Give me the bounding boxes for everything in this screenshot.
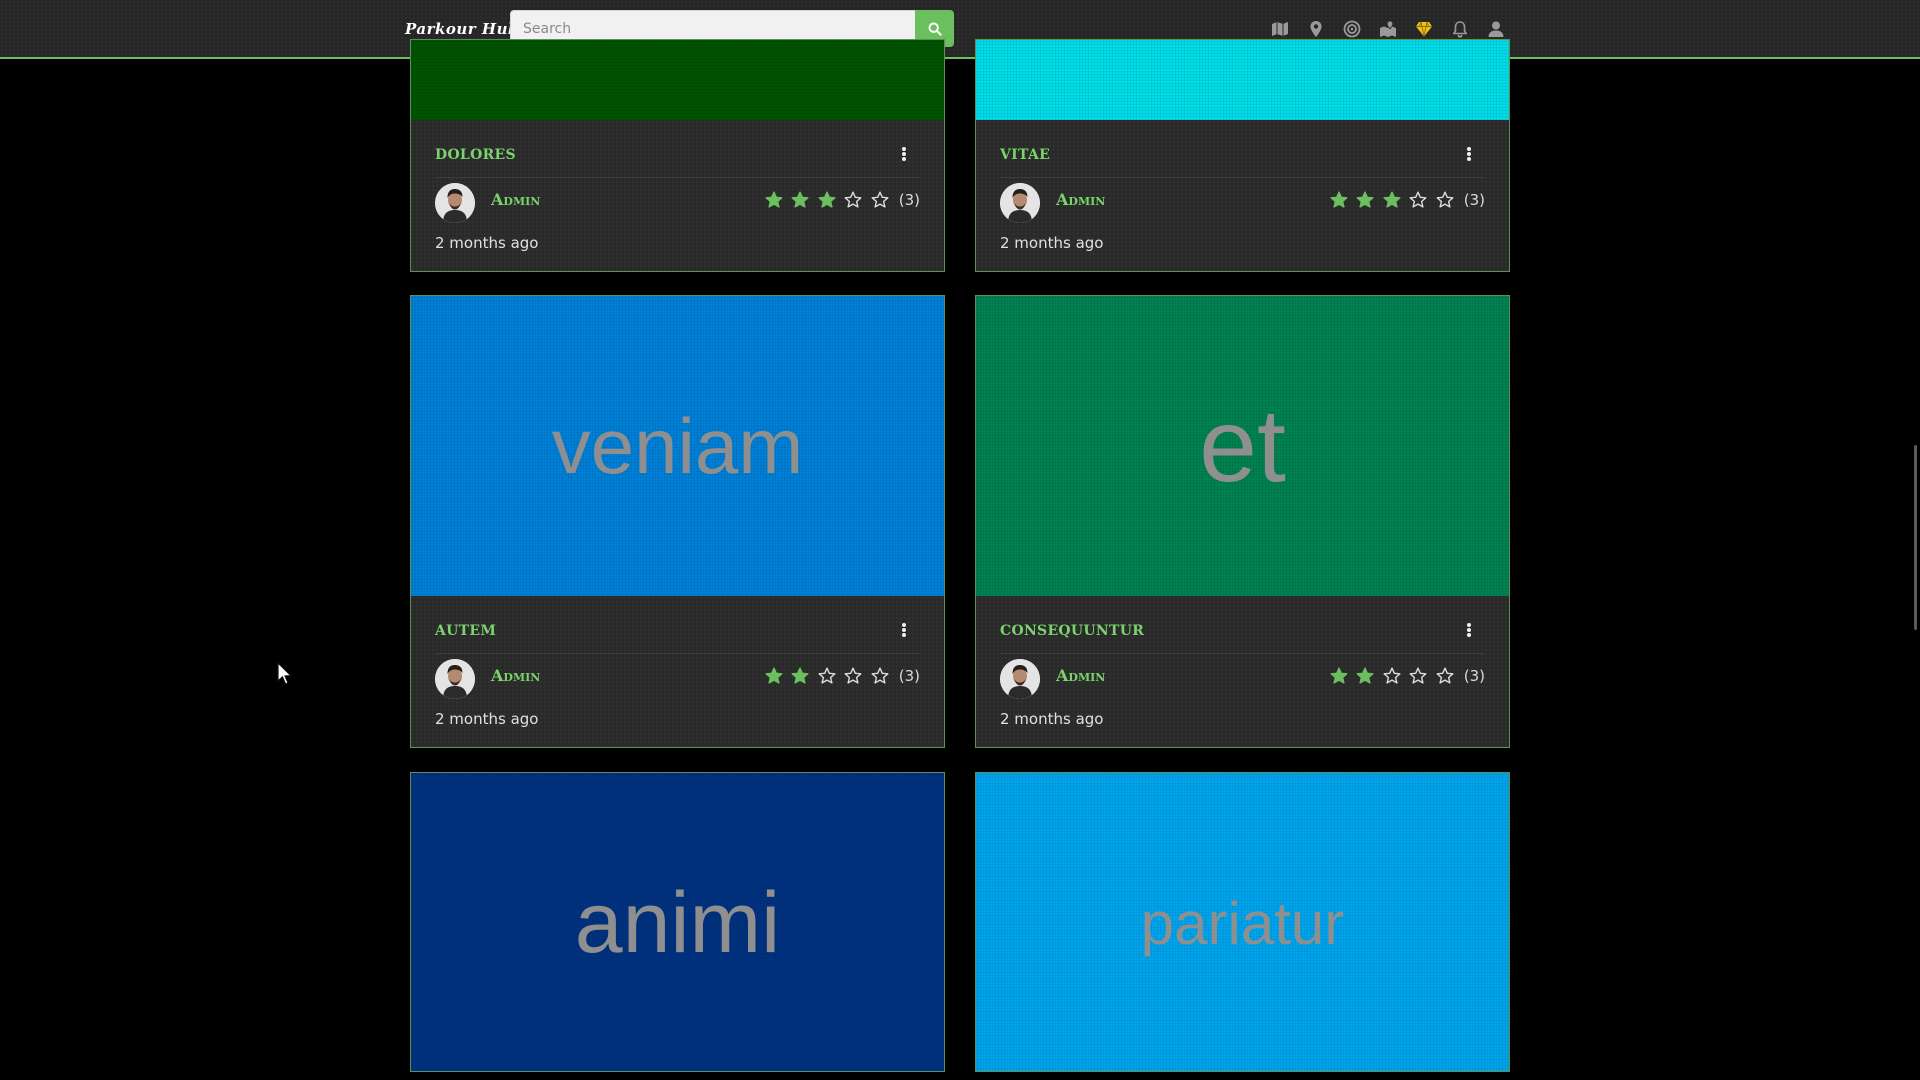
star-empty-icon[interactable] xyxy=(844,191,862,209)
spot-card: vitae Admin (3) 2 months ago xyxy=(975,39,1510,272)
map-marker-icon xyxy=(1310,21,1322,37)
avatar[interactable] xyxy=(435,659,475,699)
spot-card: veniam autem Admin (3) 2 months ago xyxy=(410,295,945,748)
star-filled-icon[interactable] xyxy=(791,667,809,685)
card-body: consequuntur Admin (3) 2 months ago xyxy=(976,596,1509,747)
divider xyxy=(1000,177,1485,178)
avatar[interactable] xyxy=(1000,183,1040,223)
spot-image-text: et xyxy=(1199,387,1286,504)
card-menu-button[interactable] xyxy=(898,144,910,164)
author-link[interactable]: Admin xyxy=(1056,666,1105,685)
rating-count: (3) xyxy=(1463,191,1485,209)
map-pins-icon xyxy=(1380,20,1396,37)
map-icon xyxy=(1272,22,1288,36)
spot-image[interactable] xyxy=(976,40,1509,120)
gem-icon xyxy=(1416,21,1432,37)
card-menu-button[interactable] xyxy=(1463,620,1475,640)
star-rating: (3) xyxy=(1321,667,1485,685)
bullseye-icon xyxy=(1343,20,1361,38)
post-time: 2 months ago xyxy=(1000,234,1104,252)
star-empty-icon[interactable] xyxy=(1436,191,1454,209)
spot-card: pariatur xyxy=(975,772,1510,1072)
scrollbar[interactable] xyxy=(1914,445,1917,630)
star-filled-icon[interactable] xyxy=(1330,667,1348,685)
avatar[interactable] xyxy=(1000,659,1040,699)
divider xyxy=(435,653,920,654)
top-navbar: Parkour Hub xyxy=(0,0,1920,59)
author-link[interactable]: Admin xyxy=(1056,190,1105,209)
star-empty-icon[interactable] xyxy=(1436,667,1454,685)
spot-image-text: veniam xyxy=(551,401,804,490)
author-link[interactable]: Admin xyxy=(491,666,540,685)
star-empty-icon[interactable] xyxy=(871,191,889,209)
star-empty-icon[interactable] xyxy=(844,667,862,685)
post-time: 2 months ago xyxy=(435,234,539,252)
card-menu-button[interactable] xyxy=(1463,144,1475,164)
star-filled-icon[interactable] xyxy=(1356,667,1374,685)
star-filled-icon[interactable] xyxy=(765,667,783,685)
spot-card: et consequuntur Admin (3) 2 months ago xyxy=(975,295,1510,748)
author-link[interactable]: Admin xyxy=(491,190,540,209)
card-body: autem Admin (3) 2 months ago xyxy=(411,596,944,747)
spot-image[interactable]: pariatur xyxy=(976,773,1509,1071)
spot-image[interactable] xyxy=(411,40,944,120)
star-empty-icon[interactable] xyxy=(1409,191,1427,209)
post-time: 2 months ago xyxy=(1000,710,1104,728)
spot-card: animi xyxy=(410,772,945,1072)
star-empty-icon[interactable] xyxy=(871,667,889,685)
star-rating: (3) xyxy=(1321,191,1485,209)
bell-icon xyxy=(1453,21,1467,38)
star-filled-icon[interactable] xyxy=(1356,191,1374,209)
star-rating: (3) xyxy=(756,191,920,209)
star-filled-icon[interactable] xyxy=(1330,191,1348,209)
spot-title[interactable]: autem xyxy=(435,616,496,640)
card-body: dolores Admin (3) 2 months ago xyxy=(411,120,944,271)
rating-count: (3) xyxy=(898,191,920,209)
post-time: 2 months ago xyxy=(435,710,539,728)
user-icon xyxy=(1488,21,1504,37)
spot-image[interactable]: et xyxy=(976,296,1509,596)
star-filled-icon[interactable] xyxy=(791,191,809,209)
search-icon xyxy=(928,22,942,36)
spot-image-text: animi xyxy=(574,874,781,971)
spot-card: dolores Admin (3) 2 months ago xyxy=(410,39,945,272)
star-empty-icon[interactable] xyxy=(1409,667,1427,685)
card-menu-button[interactable] xyxy=(898,620,910,640)
spot-image[interactable]: veniam xyxy=(411,296,944,596)
star-rating: (3) xyxy=(756,667,920,685)
star-filled-icon[interactable] xyxy=(818,191,836,209)
divider xyxy=(1000,653,1485,654)
spot-image-text: pariatur xyxy=(1140,889,1345,957)
spot-title[interactable]: consequuntur xyxy=(1000,616,1144,640)
spot-image[interactable]: animi xyxy=(411,773,944,1071)
rating-count: (3) xyxy=(1463,667,1485,685)
rating-count: (3) xyxy=(898,667,920,685)
divider xyxy=(435,177,920,178)
card-body: vitae Admin (3) 2 months ago xyxy=(976,120,1509,271)
star-filled-icon[interactable] xyxy=(1383,191,1401,209)
spot-title[interactable]: vitae xyxy=(1000,140,1050,164)
star-empty-icon[interactable] xyxy=(818,667,836,685)
star-empty-icon[interactable] xyxy=(1383,667,1401,685)
mouse-cursor-icon xyxy=(277,662,292,685)
spot-title[interactable]: dolores xyxy=(435,140,516,164)
avatar[interactable] xyxy=(435,183,475,223)
star-filled-icon[interactable] xyxy=(765,191,783,209)
